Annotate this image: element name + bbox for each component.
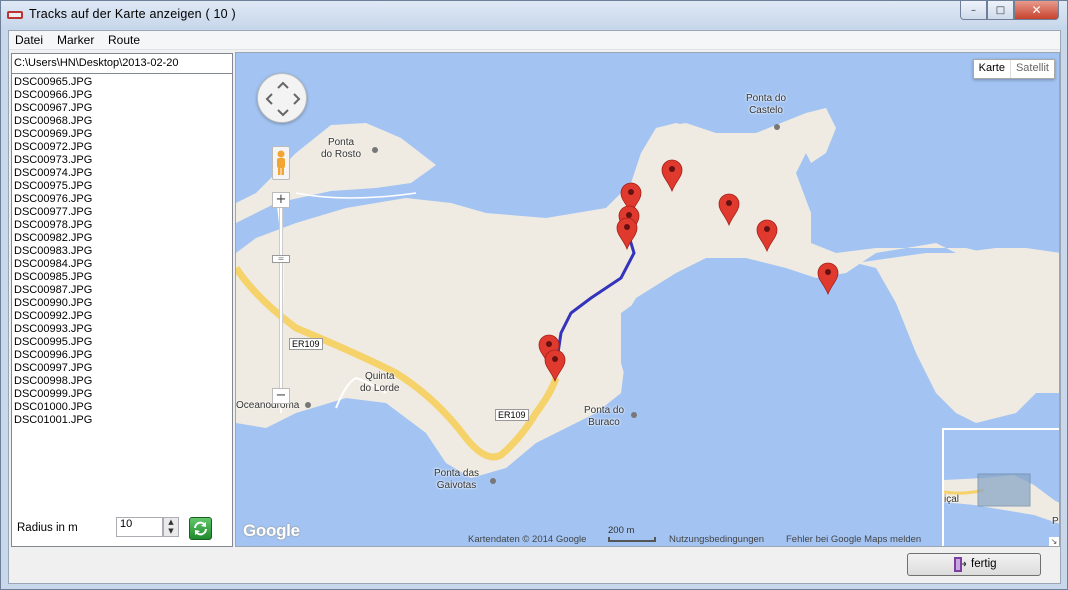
label-ponta-do-castelo: Ponta do Castelo — [746, 93, 787, 116]
refresh-icon — [194, 521, 207, 536]
window-title: Tracks auf der Karte anzeigen ( 10 ) — [29, 7, 236, 21]
poi-dot — [372, 147, 378, 153]
label-quinta-do-lorde: Quinta do Lorde — [360, 371, 400, 394]
refresh-button[interactable] — [189, 517, 212, 540]
menu-datei[interactable]: Datei — [15, 33, 43, 47]
file-list-item[interactable]: DSC00996.JPG — [14, 349, 230, 362]
file-list-item[interactable]: DSC00976.JPG — [14, 193, 230, 206]
file-list-item[interactable]: DSC00984.JPG — [14, 258, 230, 271]
file-list-item[interactable]: DSC00985.JPG — [14, 271, 230, 284]
minimize-button[interactable]: – — [960, 1, 987, 20]
file-list-item[interactable]: DSC00983.JPG — [14, 245, 230, 258]
map-attribution: Kartendaten © 2014 Google — [468, 534, 587, 545]
overview-canvas — [944, 473, 1059, 524]
file-list-item[interactable]: DSC01000.JPG — [14, 401, 230, 414]
file-list-item[interactable]: DSC00990.JPG — [14, 297, 230, 310]
overview-map[interactable]: içal P ↘ — [942, 428, 1059, 546]
map-scale-bar — [608, 537, 656, 542]
overview-label-p: P — [1052, 516, 1059, 527]
poi-dot — [305, 402, 311, 408]
radius-stepper[interactable]: ▲ ▼ — [163, 517, 179, 537]
report-error-link[interactable]: Fehler bei Google Maps melden — [786, 534, 921, 545]
spin-down-icon[interactable]: ▼ — [164, 527, 178, 536]
map-type-control: Karte Satellit — [972, 59, 1055, 79]
photo-marker-icon[interactable] — [817, 262, 839, 296]
label-ponta-das-gaivotas: Ponta das Gaivotas — [434, 468, 480, 491]
file-list-item[interactable]: DSC00993.JPG — [14, 323, 230, 336]
file-list-item[interactable]: DSC00969.JPG — [14, 128, 230, 141]
poi-dot — [774, 124, 780, 130]
file-list-item[interactable]: DSC00982.JPG — [14, 232, 230, 245]
map-type-karte[interactable]: Karte — [974, 60, 1011, 78]
radius-input[interactable]: 10 — [116, 517, 163, 537]
file-list-item[interactable]: DSC00968.JPG — [14, 115, 230, 128]
zoom-slider-track[interactable] — [279, 199, 283, 399]
done-button[interactable]: fertig — [907, 553, 1041, 576]
title-bar[interactable]: Tracks auf der Karte anzeigen ( 10 ) – □… — [1, 1, 1067, 29]
poi-dot — [631, 412, 637, 418]
map-scale-label: 200 m — [608, 525, 635, 536]
pan-arrows-icon — [265, 81, 301, 117]
land-castelo — [801, 108, 836, 163]
bay-water — [621, 275, 906, 425]
zoom-in-button[interactable]: + — [272, 192, 290, 208]
app-icon — [7, 11, 23, 19]
file-list-item[interactable]: DSC00995.JPG — [14, 336, 230, 349]
poi-dot — [490, 478, 496, 484]
pegman-icon — [277, 150, 285, 175]
map-type-satellit[interactable]: Satellit — [1011, 60, 1054, 78]
client-area: Datei Marker Route C:\Users\HN\Desktop\2… — [8, 30, 1061, 584]
file-list-item[interactable]: DSC00972.JPG — [14, 141, 230, 154]
radius-label: Radius in m — [17, 522, 78, 534]
road-badge-er109-2: ER109 — [495, 409, 529, 421]
map-view[interactable]: Ponta do Castelo Ponta do Rosto Quinta do L… — [235, 52, 1060, 547]
file-list[interactable]: DSC00965.JPG DSC00966.JPG DSC00967.JPG DSC0… — [14, 76, 230, 427]
menu-bar: Datei Marker Route — [9, 31, 1060, 50]
file-list-item[interactable]: DSC00967.JPG — [14, 102, 230, 115]
file-list-item[interactable]: DSC00974.JPG — [14, 167, 230, 180]
map-canvas — [236, 108, 1059, 484]
street-view-pegman[interactable] — [272, 146, 290, 180]
pan-control[interactable] — [257, 73, 307, 123]
app-window: Tracks auf der Karte anzeigen ( 10 ) – □… — [0, 0, 1068, 590]
file-list-item[interactable]: DSC00978.JPG — [14, 219, 230, 232]
overview-label: içal — [944, 494, 960, 505]
done-button-label: fertig — [971, 558, 997, 570]
file-list-item[interactable]: DSC00998.JPG — [14, 375, 230, 388]
file-panel: C:\Users\HN\Desktop\2013-02-20 DSC00965.… — [11, 53, 233, 547]
zoom-slider-handle[interactable]: = — [272, 255, 290, 263]
menu-route[interactable]: Route — [108, 33, 140, 47]
file-list-item[interactable]: DSC00975.JPG — [14, 180, 230, 193]
label-ponta-do-buraco: Ponta do Buraco — [584, 405, 625, 428]
folder-path[interactable]: C:\Users\HN\Desktop\2013-02-20 — [12, 54, 232, 74]
file-list-item[interactable]: DSC00997.JPG — [14, 362, 230, 375]
zoom-out-button[interactable]: − — [272, 388, 290, 404]
file-list-item[interactable]: DSC00992.JPG — [14, 310, 230, 323]
terms-link[interactable]: Nutzungsbedingungen — [669, 534, 764, 545]
file-list-item[interactable]: DSC00987.JPG — [14, 284, 230, 297]
file-list-item[interactable]: DSC00999.JPG — [14, 388, 230, 401]
label-ponta-do-rosto: Ponta do Rosto — [321, 137, 362, 160]
close-button[interactable]: ✕ — [1014, 1, 1059, 20]
file-list-item[interactable]: DSC01001.JPG — [14, 414, 230, 427]
door-exit-icon — [954, 557, 966, 572]
menu-marker[interactable]: Marker — [57, 33, 94, 47]
file-list-item[interactable]: DSC00977.JPG — [14, 206, 230, 219]
file-list-item[interactable]: DSC00965.JPG — [14, 76, 230, 89]
road-badge-er109: ER109 — [289, 338, 323, 350]
file-list-item[interactable]: DSC00966.JPG — [14, 89, 230, 102]
radius-row: Radius in m 10 ▲ ▼ — [11, 515, 233, 545]
spin-up-icon[interactable]: ▲ — [164, 518, 178, 527]
window-controls: – □ ✕ — [960, 1, 1059, 20]
google-logo: Google — [243, 521, 300, 540]
maximize-button[interactable]: □ — [987, 1, 1014, 20]
overview-toggle-icon[interactable]: ↘ — [1049, 537, 1059, 546]
file-list-item[interactable]: DSC00973.JPG — [14, 154, 230, 167]
